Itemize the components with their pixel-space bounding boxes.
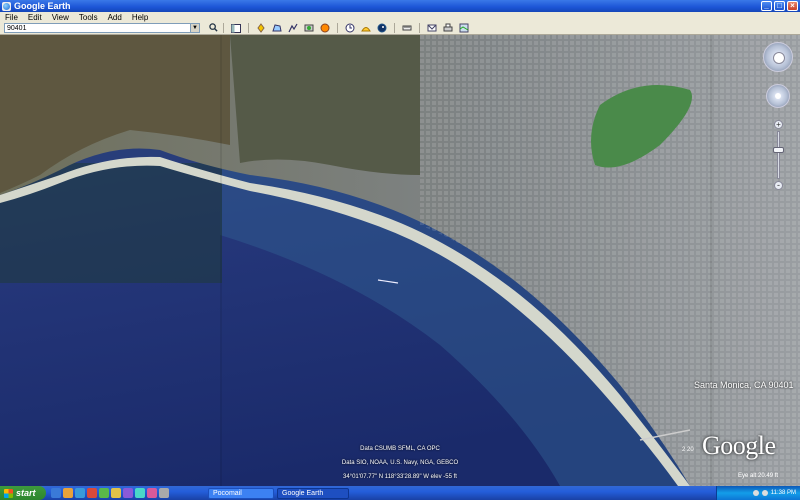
toolbar: ▼ — [0, 22, 800, 35]
close-button[interactable]: × — [787, 1, 798, 11]
app-icon[interactable] — [135, 488, 145, 498]
look-joystick[interactable] — [763, 42, 793, 72]
search-box: ▼ — [4, 23, 200, 33]
tray-icon[interactable] — [761, 490, 768, 496]
move-joystick[interactable] — [766, 84, 790, 108]
sunlight-icon[interactable] — [360, 23, 372, 33]
quick-launch — [50, 488, 170, 498]
zoom-slider[interactable] — [777, 131, 780, 179]
search-icon[interactable] — [208, 23, 219, 33]
imagery-credit-1: Data CSUMB SFML, CA OPC — [360, 446, 440, 452]
place-label[interactable]: Santa Monica, CA 90401 — [694, 380, 794, 390]
tray-icon[interactable] — [752, 490, 759, 496]
app-icon[interactable] — [159, 488, 169, 498]
minimize-button[interactable]: _ — [761, 1, 772, 11]
menu-edit[interactable]: Edit — [23, 13, 47, 22]
menu-file[interactable]: File — [0, 13, 23, 22]
toolbar-separator — [394, 23, 395, 33]
windows-logo-icon — [4, 488, 13, 498]
start-button[interactable]: start — [0, 486, 46, 500]
zoom-out-button[interactable]: - — [774, 181, 783, 190]
search-dropdown-button[interactable]: ▼ — [190, 24, 199, 32]
menu-view[interactable]: View — [47, 13, 74, 22]
overlay-icon[interactable] — [303, 23, 315, 33]
app-icon[interactable] — [99, 488, 109, 498]
menu-help[interactable]: Help — [127, 13, 153, 22]
placemark-icon[interactable] — [255, 23, 267, 33]
app-icon[interactable] — [147, 488, 157, 498]
email-icon[interactable] — [426, 23, 438, 33]
taskbar-item-google-earth[interactable]: Google Earth — [277, 487, 349, 499]
earth-view[interactable]: Santa Monica, CA 90401 2 20 Google Eye a… — [0, 35, 800, 486]
google-earth-icon — [2, 1, 11, 11]
tour-icon[interactable] — [319, 23, 331, 33]
app-icon[interactable] — [123, 488, 133, 498]
app-icon[interactable] — [87, 488, 97, 498]
imagery-credit-2: Data SIO, NOAA, U.S. Navy, NGA, GEBCO — [341, 460, 459, 466]
sidebar-toggle-icon[interactable] — [230, 23, 242, 33]
zoom-in-button[interactable]: + — [774, 120, 783, 129]
toolbar-separator — [337, 23, 338, 33]
search-input[interactable] — [5, 24, 190, 32]
sky-icon[interactable] — [376, 23, 388, 33]
menu-add[interactable]: Add — [103, 13, 127, 22]
internet-explorer-icon[interactable] — [75, 488, 85, 498]
view-in-maps-icon[interactable] — [458, 23, 470, 33]
menu-bar: File Edit View Tools Add Help — [0, 12, 800, 22]
clock[interactable]: 11:38 PM — [771, 490, 796, 496]
toolbar-separator — [419, 23, 420, 33]
satellite-imagery — [0, 35, 800, 486]
start-label: start — [16, 488, 36, 498]
title-bar: Google Earth _ □ × — [0, 0, 800, 12]
zoom-slider-thumb[interactable] — [773, 147, 784, 153]
explorer-icon[interactable] — [63, 488, 73, 498]
taskbar: start Pocomail Google Earth 11:38 PM — [0, 486, 800, 500]
print-icon[interactable] — [442, 23, 454, 33]
show-desktop-icon[interactable] — [51, 488, 61, 498]
system-tray: 11:38 PM — [716, 486, 800, 500]
polygon-icon[interactable] — [271, 23, 283, 33]
toolbar-separator — [248, 23, 249, 33]
toolbar-separator — [223, 23, 224, 33]
maximize-button[interactable]: □ — [774, 1, 785, 11]
history-icon[interactable] — [344, 23, 356, 33]
status-bar-coordinates: 34°01'07.77" N 118°33'28.89" W elev -55 … — [343, 474, 457, 480]
menu-tools[interactable]: Tools — [74, 13, 103, 22]
measure-icon[interactable] — [401, 23, 413, 33]
path-icon[interactable] — [287, 23, 299, 33]
app-icon[interactable] — [111, 488, 121, 498]
taskbar-item-pocomail[interactable]: Pocomail — [208, 487, 274, 499]
window-title: Google Earth — [14, 1, 71, 11]
